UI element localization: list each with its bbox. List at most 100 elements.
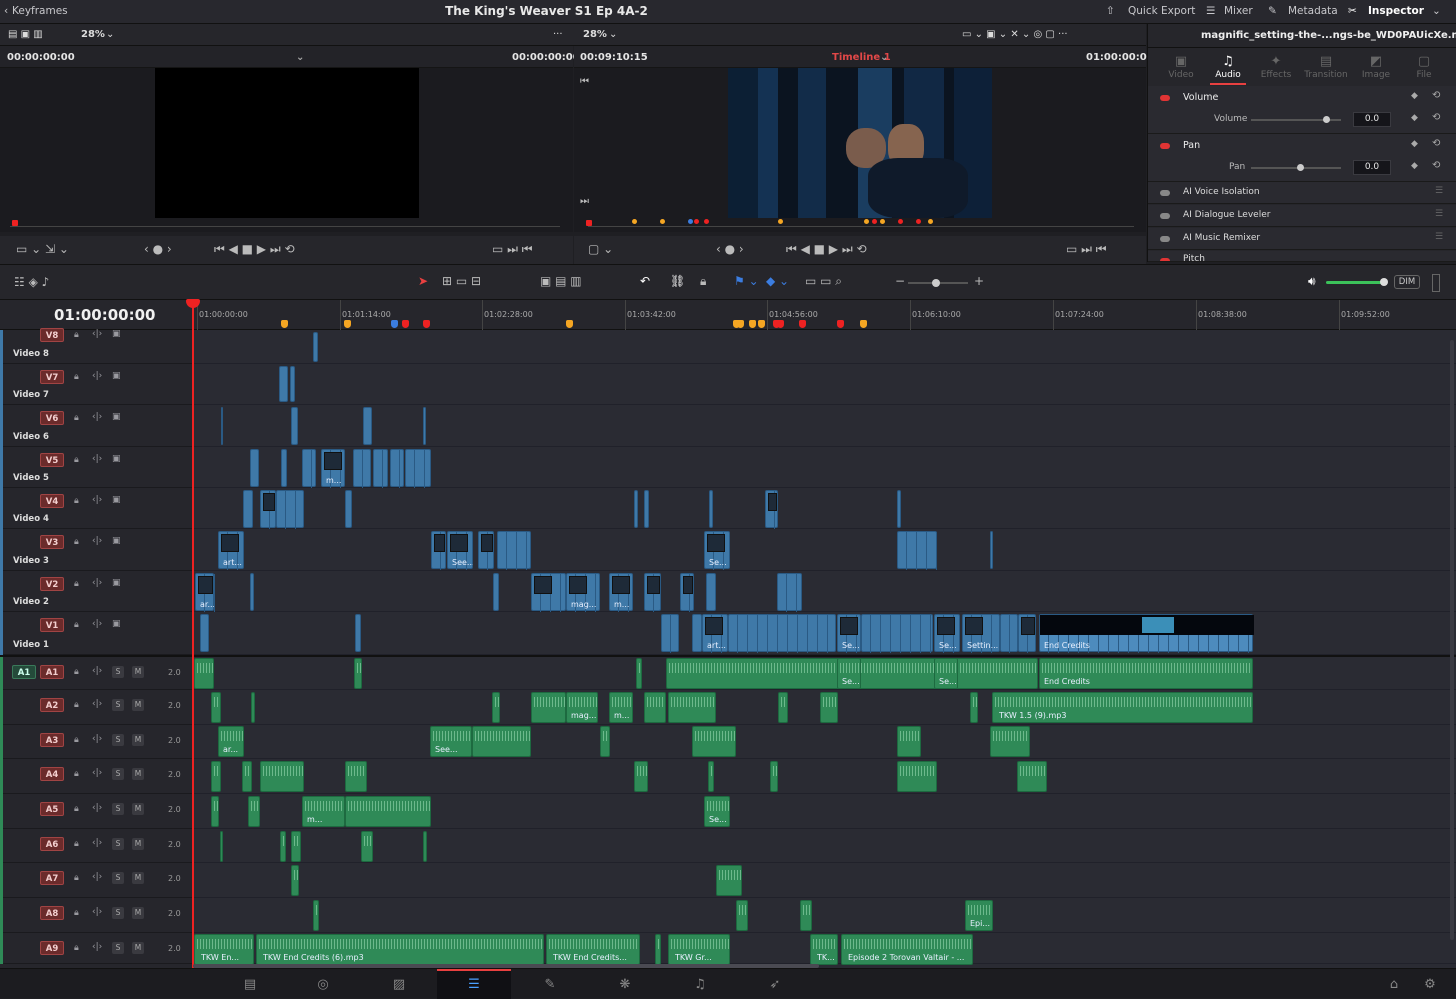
video-clip[interactable] [1000, 614, 1018, 653]
audio-clip[interactable]: ar... [218, 726, 244, 757]
audio-clip[interactable]: Epi... [965, 900, 993, 931]
reset-icon[interactable]: ⟲ [1432, 112, 1440, 123]
cut-page-icon[interactable]: ◎ [303, 977, 343, 992]
video-clip[interactable] [250, 573, 254, 611]
video-clip[interactable] [990, 531, 993, 569]
pan-slider[interactable] [1251, 164, 1341, 171]
video-clip[interactable] [355, 614, 361, 652]
audio-clip[interactable]: Se... [704, 796, 730, 827]
fx-toggle[interactable] [1160, 236, 1170, 242]
video-clip[interactable] [1018, 614, 1036, 653]
timeline-viewer[interactable]: ⏮ ⏭ [574, 68, 1146, 218]
audio-clip[interactable] [708, 761, 714, 792]
video-clip[interactable] [345, 490, 352, 528]
video-clip[interactable] [363, 407, 372, 445]
video-clip[interactable] [291, 407, 298, 445]
video-clip[interactable]: Se... [704, 531, 730, 570]
audio-lane[interactable] [193, 863, 1456, 898]
transport-icons[interactable]: ⏮ ◀ ■ ▶ ⏭ ⟲ [786, 242, 867, 257]
more-icon[interactable]: ··· [553, 29, 563, 40]
audio-clip[interactable] [770, 761, 778, 792]
video-clip[interactable] [765, 490, 778, 529]
audio-clip[interactable] [313, 900, 319, 931]
video-clip[interactable] [692, 614, 702, 652]
audio-clip[interactable] [897, 726, 921, 757]
ai-dialogue-leveler-row[interactable]: AI Dialogue Leveler ☰ [1148, 205, 1456, 227]
ai-voice-isolation-row[interactable]: AI Voice Isolation ☰ [1148, 182, 1456, 204]
audio-clip[interactable] [291, 865, 299, 896]
video-clip[interactable] [644, 490, 649, 528]
video-clip[interactable] [260, 490, 276, 529]
fusion-page-icon[interactable]: ✎ [530, 977, 570, 992]
marker-icon[interactable]: ◆ ⌄ [766, 274, 789, 288]
video-lane[interactable] [193, 330, 1456, 364]
pan-value[interactable]: 0.0 [1353, 160, 1391, 175]
pan-toggle[interactable] [1160, 143, 1170, 149]
audio-clip[interactable] [361, 831, 373, 862]
video-clip[interactable] [644, 573, 661, 612]
video-clip[interactable] [709, 490, 713, 528]
chevron-down-icon[interactable]: ⌄ [106, 29, 114, 40]
video-clip[interactable] [250, 449, 259, 487]
audio-clip[interactable] [636, 658, 642, 689]
audio-clip[interactable] [211, 692, 221, 723]
match-frame-icons[interactable]: ▭ ⏭ ⏮ [1066, 242, 1107, 257]
audio-clip[interactable] [820, 692, 838, 723]
layout-icon[interactable]: ▤ ▣ ▥ [8, 29, 43, 40]
audio-clip[interactable] [736, 900, 748, 931]
audio-lane[interactable] [193, 829, 1456, 863]
deliver-page-icon[interactable]: ➶ [755, 977, 795, 992]
jog-icon[interactable]: ‹ ● › [144, 242, 172, 256]
audio-clip[interactable] [423, 831, 427, 862]
audio-clip[interactable] [291, 831, 301, 862]
home-icon[interactable]: ⌂ [1374, 977, 1414, 992]
snap-icon[interactable]: ↶ [640, 274, 650, 288]
source-viewer[interactable] [0, 68, 573, 218]
video-clip[interactable] [353, 449, 371, 488]
video-clip[interactable] [493, 573, 499, 611]
video-clip[interactable] [405, 449, 431, 488]
match-frame-icons[interactable]: ▭ ⏭ ⏮ [492, 242, 533, 257]
zoom-out-icon[interactable]: − [895, 274, 905, 288]
video-clip[interactable]: Se... [837, 614, 861, 653]
playhead[interactable] [192, 300, 194, 968]
timeline-view-icons[interactable]: ☷ ◈ ♪ [14, 275, 49, 289]
audio-clip[interactable]: TK... [810, 934, 838, 965]
video-clip[interactable] [680, 573, 694, 612]
menu-icon[interactable]: ☰ [1435, 232, 1443, 242]
expand-icon[interactable]: ⌄ [1432, 5, 1441, 17]
video-clip[interactable]: Se... [934, 614, 960, 653]
media-page-icon[interactable]: ▤ [230, 977, 270, 992]
audio-clip[interactable] [220, 831, 223, 862]
settings-gear-icon[interactable]: ⚙ [1410, 977, 1450, 992]
video-clip[interactable] [431, 531, 446, 570]
audio-clip[interactable] [354, 658, 362, 689]
lock-icon[interactable]: 🔒︎ [700, 274, 706, 289]
audio-clip[interactable] [472, 726, 531, 757]
chevron-down-icon[interactable]: ⌄ [609, 29, 617, 40]
video-clip[interactable] [390, 449, 404, 488]
video-clip[interactable] [281, 449, 287, 487]
video-clip[interactable]: mag... [566, 573, 600, 612]
audio-clip[interactable] [692, 726, 736, 757]
video-lane[interactable] [193, 488, 1456, 529]
audio-clip[interactable]: Episode 2 Torovan Valtair - ... [841, 934, 973, 965]
metadata-button[interactable]: Metadata [1288, 5, 1338, 17]
video-clip[interactable] [221, 407, 223, 445]
video-clip[interactable]: See... [447, 531, 473, 570]
inspector-icon[interactable]: ✂ [1348, 5, 1357, 17]
audio-clip[interactable] [280, 831, 286, 862]
color-page-icon[interactable]: ❋ [605, 977, 645, 992]
audio-clip[interactable] [194, 658, 214, 689]
video-lane[interactable] [193, 405, 1456, 447]
zoom-in-icon[interactable]: + [974, 274, 984, 288]
source-zoom[interactable]: 28% [81, 29, 105, 40]
viewer-tools-icon[interactable]: ▭ ⌄ ▣ ⌄ ✕ ⌄ ◎ ▢ ··· [962, 29, 1068, 40]
fairlight-page-icon[interactable]: ♫ [680, 977, 720, 992]
video-clip[interactable] [531, 573, 566, 612]
audio-clip[interactable] [1017, 761, 1047, 792]
video-clip[interactable] [634, 490, 638, 528]
viewer-mode-icon[interactable]: ▭ ⌄ ⇲ ⌄ [16, 242, 69, 256]
audio-clip[interactable]: TKW End Credits (6).mp3 [256, 934, 544, 965]
audio-clip[interactable] [211, 761, 221, 792]
